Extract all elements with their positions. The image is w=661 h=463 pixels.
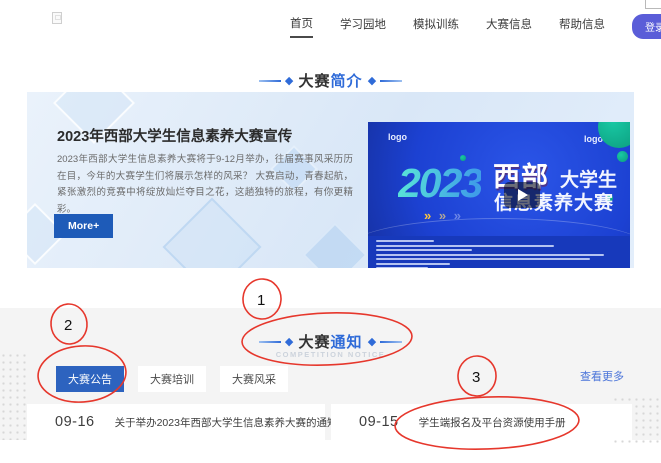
diamond-decoration <box>302 222 367 268</box>
title-deco-right: ◆ <box>368 336 406 348</box>
banner-info-block <box>368 236 630 268</box>
login-register-button[interactable]: 登录注册 <box>632 14 661 39</box>
view-more-link[interactable]: 查看更多 <box>580 368 624 384</box>
tab-training[interactable]: 大赛培训 <box>138 366 206 392</box>
green-circle-decoration <box>598 122 630 148</box>
banner-year: 2023 <box>398 160 481 207</box>
main-nav: 首页 学习园地 模拟训练 大赛信息 帮助信息 登录注册 <box>290 14 661 39</box>
title-deco-left: ◆ <box>255 336 293 348</box>
page: 首页 学习园地 模拟训练 大赛信息 帮助信息 登录注册 ◆ 大赛简介 ◆ INT… <box>0 0 661 463</box>
intro-section-title: ◆ 大赛简介 ◆ <box>0 70 661 91</box>
notice-list-item[interactable]: 09-16 关于举办2023年西部大学生信息素养大赛的通知 <box>27 404 325 440</box>
intro-title-prefix: 大赛 <box>298 73 330 90</box>
play-icon[interactable] <box>504 182 540 208</box>
notice-title-accent: 通知 <box>331 334 363 351</box>
cutoff-corner-box <box>645 0 661 9</box>
notice-title[interactable]: 学生端报名及平台资源使用手册 <box>419 415 566 430</box>
notice-title[interactable]: 关于举办2023年西部大学生信息素养大赛的通知 <box>115 415 338 430</box>
green-circle-decoration <box>617 151 628 162</box>
notice-date: 09-15 <box>359 414 399 430</box>
dot-pattern-left <box>0 352 26 440</box>
notice-list-item[interactable]: 09-15 学生端报名及平台资源使用手册 <box>331 404 632 440</box>
nav-item-simulation[interactable]: 模拟训练 <box>413 16 459 37</box>
broken-image-icon <box>52 12 62 24</box>
nav-item-competition-info[interactable]: 大赛信息 <box>486 16 532 37</box>
intro-article-body: 2023年西部大学生信息素养大赛将于9-12月举办，往届赛事风采历历在目，今年的… <box>57 152 353 218</box>
annotation-number-1: 1 <box>257 292 265 309</box>
notice-date: 09-16 <box>55 414 95 430</box>
more-button[interactable]: More+ <box>54 214 113 238</box>
intro-article-heading: 2023年西部大学生信息素养大赛宣传 <box>57 125 292 146</box>
nav-item-help[interactable]: 帮助信息 <box>559 16 605 37</box>
banner-logo-left: logo <box>388 132 407 142</box>
notice-tabs: 大赛公告 大赛培训 大赛风采 <box>56 366 288 392</box>
notice-section-subtitle: COMPETITION NOTICE <box>0 350 661 359</box>
intro-banner-panel: 2023年西部大学生信息素养大赛宣传 2023年西部大学生信息素养大赛将于9-1… <box>27 92 634 268</box>
notice-section-title: ◆ 大赛通知 ◆ <box>0 331 661 352</box>
chevrons-decoration: » » » <box>424 208 463 223</box>
intro-title-accent: 简介 <box>331 73 363 90</box>
title-deco-right: ◆ <box>368 75 406 87</box>
nav-item-learning[interactable]: 学习园地 <box>340 16 386 37</box>
notice-title-prefix: 大赛 <box>298 334 330 351</box>
title-deco-left: ◆ <box>255 75 293 87</box>
nav-item-home[interactable]: 首页 <box>290 15 313 38</box>
competition-video-banner[interactable]: logo logo 2023 西部 大学生 信息素养大赛 » » » <box>368 122 630 268</box>
tab-highlights[interactable]: 大赛风采 <box>220 366 288 392</box>
tab-announcements[interactable]: 大赛公告 <box>56 366 124 392</box>
